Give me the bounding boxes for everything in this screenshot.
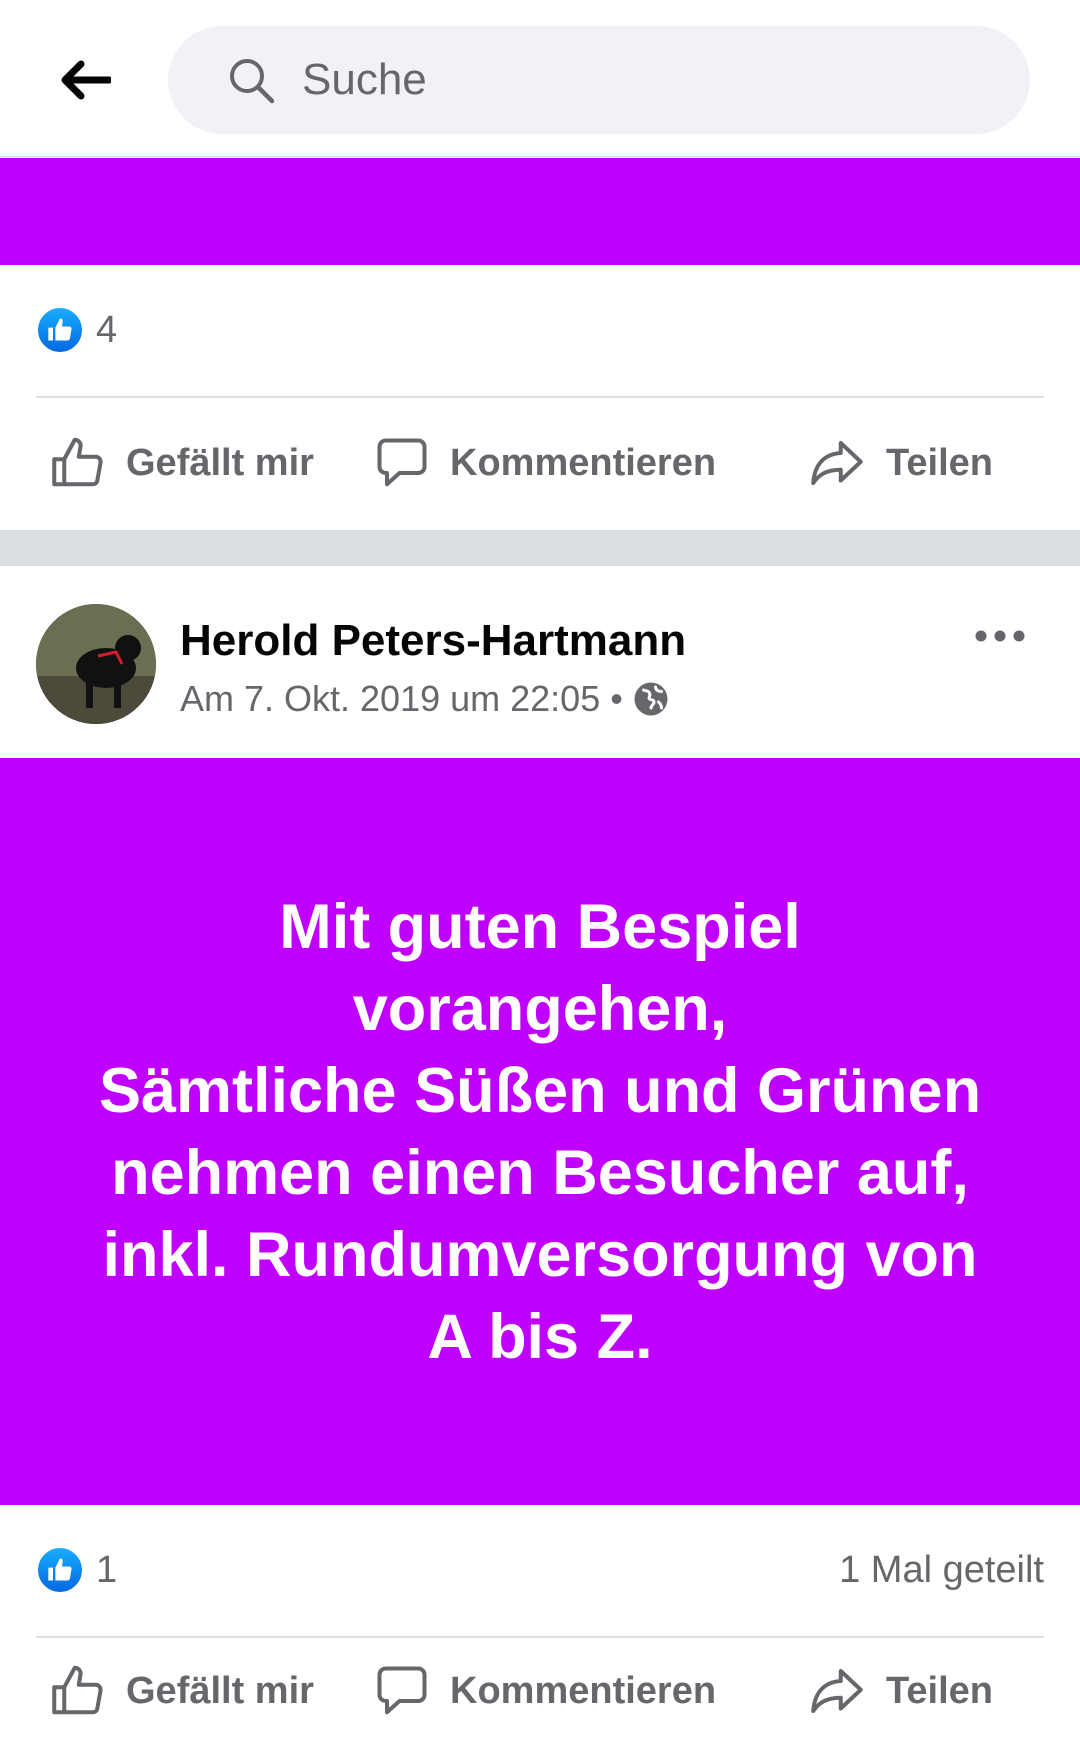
comment-icon [377,1666,427,1715]
more-icon [975,630,1025,642]
share-count[interactable]: 1 Mal geteilt [839,1549,1044,1592]
meta-separator: • [610,678,623,719]
share-label: Teilen [886,1669,993,1712]
share-button[interactable]: Teilen [806,433,993,493]
comment-label: Kommentieren [450,1669,717,1712]
feed-separator [0,530,1080,566]
divider [36,1636,1044,1638]
thumbs-up-icon [52,437,103,487]
more-options-button[interactable] [970,616,1030,656]
share-label: Teilen [886,441,993,484]
share-icon [811,441,863,485]
back-button[interactable] [50,50,120,110]
globe-icon [634,682,668,716]
previous-post-reactions[interactable]: 4 [36,300,1044,360]
comment-label: Kommentieren [450,441,717,484]
share-button[interactable]: Teilen [806,1661,993,1721]
comment-button[interactable]: Kommentieren [372,433,716,493]
post-meta: Am 7. Okt. 2019 um 22:05 • [180,678,669,720]
comment-icon [377,438,427,487]
thumbs-up-icon [52,1665,103,1715]
post-timestamp[interactable]: Am 7. Okt. 2019 um 22:05 [180,678,600,720]
post-header: Herold Peters-Hartmann Am 7. Okt. 2019 u… [0,566,1080,758]
like-label: Gefällt mir [126,441,314,484]
like-label: Gefällt mir [126,1669,314,1712]
previous-post-background [0,158,1080,265]
comment-button[interactable]: Kommentieren [372,1661,716,1721]
search-field[interactable] [168,26,1030,134]
like-button[interactable]: Gefällt mir [48,433,314,493]
post-reactions: 1 1 Mal geteilt [36,1540,1044,1600]
arrow-left-icon [61,60,111,100]
post-author[interactable]: Herold Peters-Hartmann [180,616,686,666]
post-text: Mit guten Bespiel vorangehen, Sämtliche … [98,891,982,1372]
top-search-bar [0,0,1080,157]
reaction-count[interactable]: 1 [96,1549,117,1592]
avatar[interactable] [36,604,156,724]
like-reaction-icon[interactable] [36,1546,84,1594]
search-icon [230,59,275,104]
like-reaction-icon [36,306,84,354]
previous-post-actions: Gefällt mir Kommentieren Teilen [0,403,1080,523]
divider [36,396,1044,398]
search-input[interactable] [300,54,1000,106]
like-button[interactable]: Gefällt mir [48,1661,314,1721]
share-icon [811,1669,863,1713]
reaction-count: 4 [96,308,118,351]
post-actions: Gefällt mir Kommentieren Teilen [0,1643,1080,1740]
post-content[interactable]: Mit guten Bespiel vorangehen, Sämtliche … [0,758,1080,1505]
